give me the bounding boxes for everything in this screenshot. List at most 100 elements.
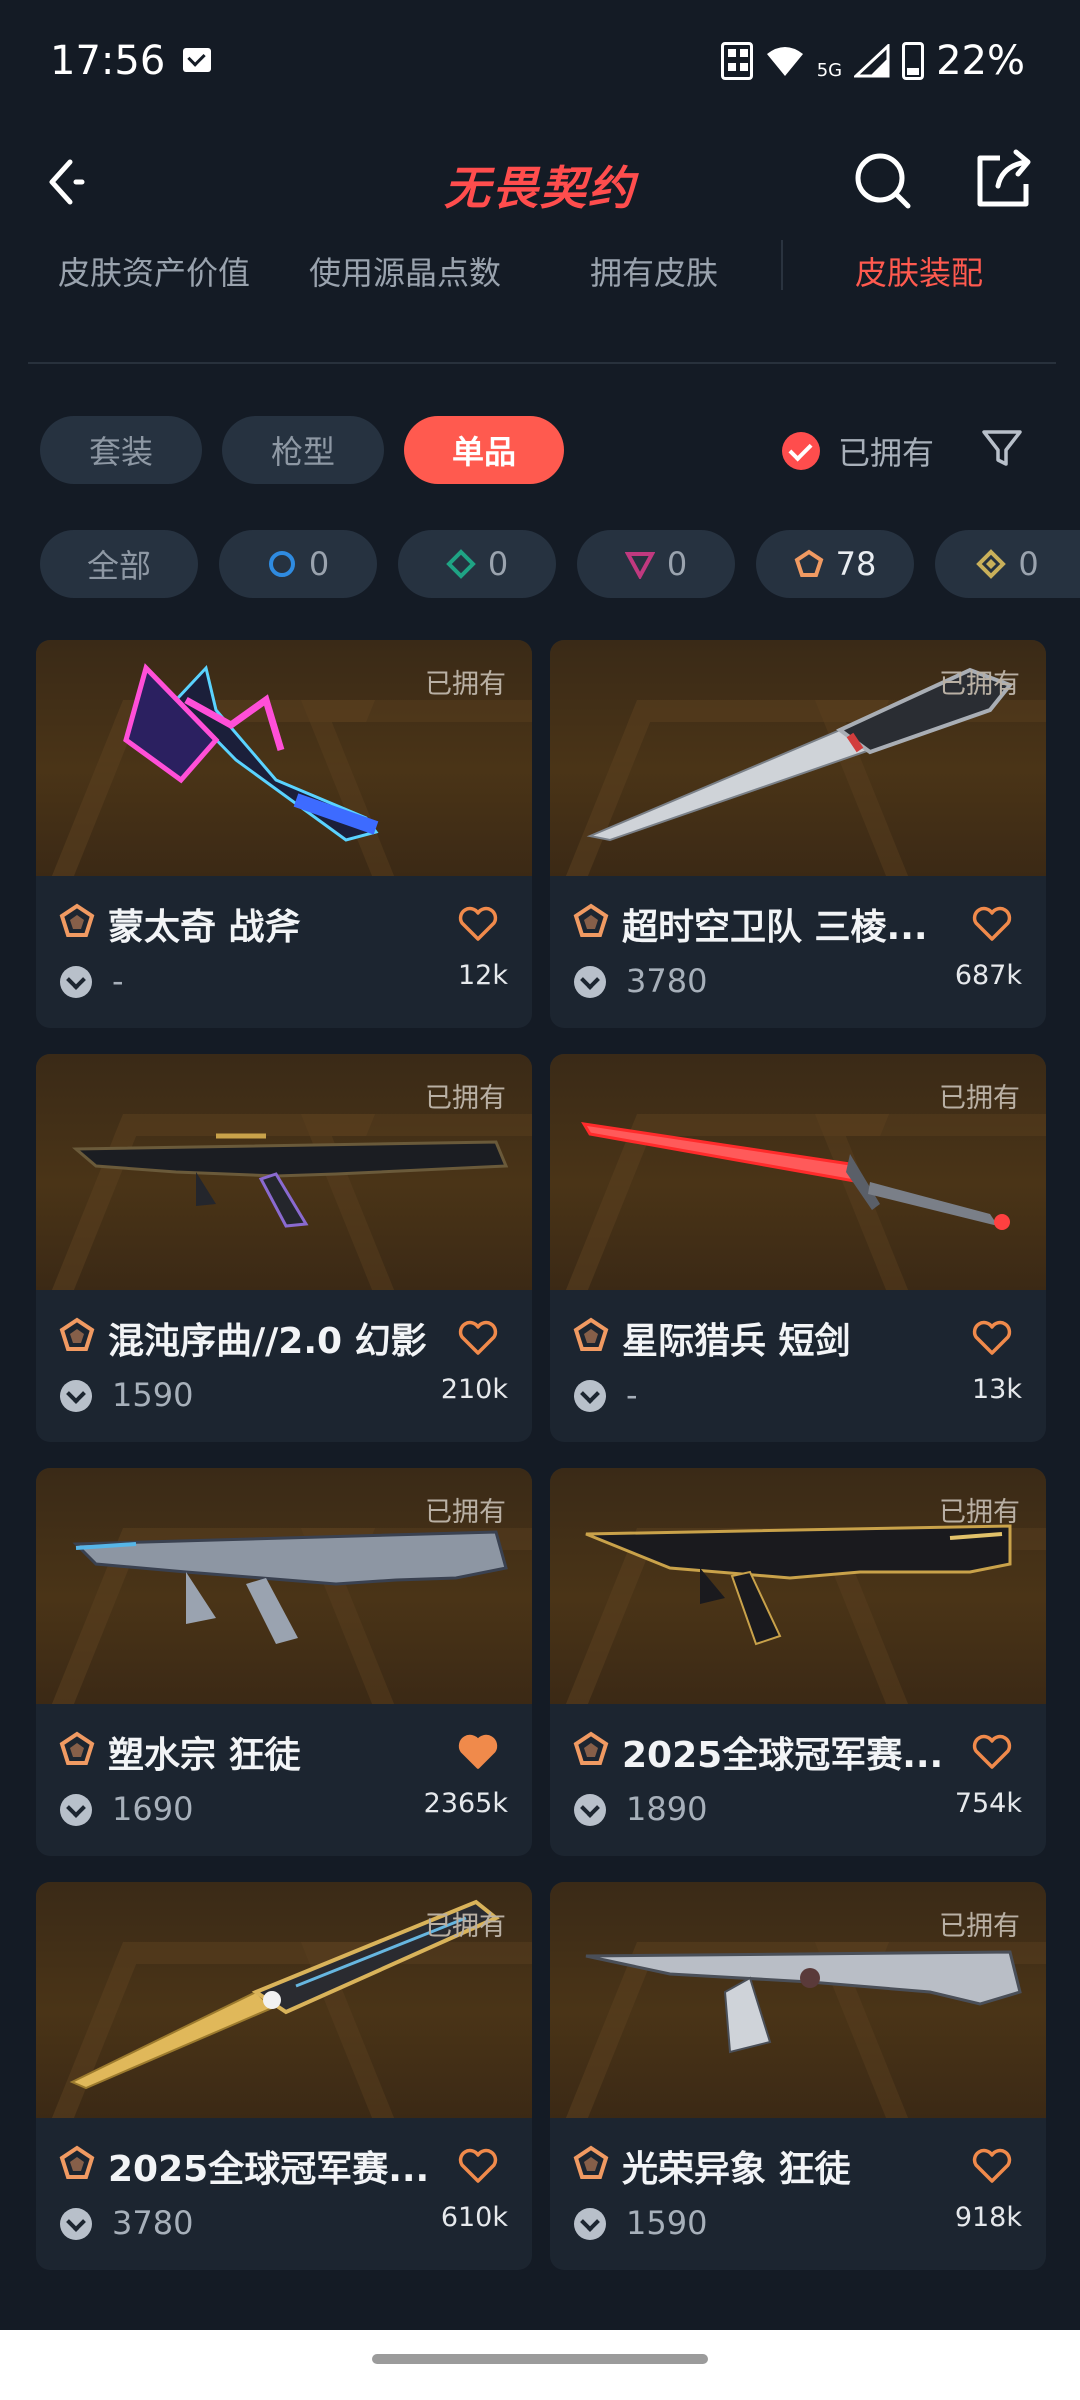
owned-tag: 已拥有 <box>425 1083 506 1114</box>
skin-likes: 210k <box>440 1374 508 1405</box>
skin-card[interactable]: 已拥有 星际猎兵 短剑 - 13k <box>550 1054 1046 1442</box>
tier-premium-chip[interactable]: 0 <box>577 530 735 598</box>
exclusive-tier-icon <box>59 1731 95 1765</box>
valorant-points-icon <box>574 2208 606 2240</box>
heart-outline-icon[interactable] <box>972 1734 1012 1770</box>
heart-outline-icon[interactable] <box>458 1320 498 1356</box>
pink-triangle-tier-icon <box>624 552 655 579</box>
tab-skin-asset-value[interactable]: 皮肤资产价值 <box>58 248 250 294</box>
valorant-points-icon <box>574 1380 606 1412</box>
skin-card[interactable]: 已拥有 塑水宗 狂徒 1690 2365k <box>36 1468 532 1856</box>
skin-price: 1590 <box>626 2204 708 2242</box>
wifi-icon <box>766 47 803 76</box>
skin-card[interactable]: 已拥有 超时空卫队 三棱... 3780 687k <box>550 640 1046 1028</box>
share-icon[interactable] <box>974 148 1034 210</box>
owned-filter-label: 已拥有 <box>838 434 935 472</box>
skin-image: 已拥有 <box>550 1054 1046 1290</box>
skin-name: 蒙太奇 战斧 <box>108 907 301 948</box>
filter-funnel-icon[interactable] <box>980 426 1024 470</box>
filter-bundle-chip[interactable]: 套装 <box>40 416 202 484</box>
app-logo-title: 无畏契约 <box>444 161 636 215</box>
skin-name: 2025全球冠军赛... <box>108 2149 430 2190</box>
filter-weapon-type-chip[interactable]: 枪型 <box>222 416 384 484</box>
heart-outline-icon[interactable] <box>972 906 1012 942</box>
tier-ultra-chip[interactable]: 0 <box>935 530 1080 598</box>
tier-deluxe-chip[interactable]: 0 <box>398 530 556 598</box>
skin-image: 已拥有 <box>36 640 532 876</box>
skin-price: 3780 <box>626 962 708 1000</box>
skin-name: 2025全球冠军赛... <box>622 1735 944 1776</box>
skin-likes: 13k <box>972 1374 1022 1405</box>
battery-level: 22% <box>936 38 1025 84</box>
skin-card[interactable]: 已拥有 2025全球冠军赛... 3780 610k <box>36 1882 532 2270</box>
skin-card[interactable]: 已拥有 混沌序曲//2.0 幻影 1590 210k <box>36 1054 532 1442</box>
mail-notification-icon <box>183 48 211 72</box>
skin-image: 已拥有 <box>550 1882 1046 2118</box>
skin-price: 1590 <box>112 1376 194 1414</box>
exclusive-tier-icon <box>573 2145 609 2179</box>
search-icon[interactable] <box>852 150 914 212</box>
status-time: 17:56 <box>50 38 166 84</box>
owned-tag: 已拥有 <box>425 1497 506 1528</box>
heart-outline-icon[interactable] <box>972 2148 1012 2184</box>
owned-tag: 已拥有 <box>939 1911 1020 1942</box>
tier-exclusive-chip[interactable]: 78 <box>756 530 914 598</box>
skin-name: 混沌序曲//2.0 幻影 <box>108 1321 427 1362</box>
heart-outline-icon[interactable] <box>458 2148 498 2184</box>
heart-outline-icon[interactable] <box>972 1320 1012 1356</box>
owned-tag: 已拥有 <box>425 1911 506 1942</box>
valorant-points-icon <box>60 2208 92 2240</box>
skin-likes: 687k <box>954 960 1022 991</box>
skin-name: 塑水宗 狂徒 <box>108 1735 301 1776</box>
tier-count: 0 <box>666 545 688 583</box>
exclusive-tier-icon <box>573 1317 609 1351</box>
skin-name: 超时空卫队 三棱... <box>622 907 928 948</box>
home-gesture-bar[interactable] <box>372 2354 708 2364</box>
skin-likes: 754k <box>954 1788 1022 1819</box>
skin-name: 光荣异象 狂徒 <box>622 2149 851 2190</box>
owned-filter-toggle[interactable]: 已拥有 <box>782 428 934 474</box>
valorant-points-icon <box>60 1794 92 1826</box>
tab-skin-loadout[interactable]: 皮肤装配 <box>855 248 983 294</box>
skin-image: 已拥有 <box>36 1882 532 2118</box>
skin-card[interactable]: 已拥有 2025全球冠军赛... 1890 754k <box>550 1468 1046 1856</box>
tier-all-chip[interactable]: 全部 <box>40 530 198 598</box>
skin-image: 已拥有 <box>36 1054 532 1290</box>
valorant-points-icon <box>574 1794 606 1826</box>
skin-image: 已拥有 <box>550 640 1046 876</box>
skin-likes: 12k <box>458 960 508 991</box>
skin-card[interactable]: 已拥有 光荣异象 狂徒 1590 918k <box>550 1882 1046 2270</box>
filter-single-item-chip[interactable]: 单品 <box>404 416 564 484</box>
gold-diamond-tier-icon <box>976 549 1007 579</box>
tab-owned-skins[interactable]: 拥有皮肤 <box>590 248 718 294</box>
checked-icon <box>782 432 820 470</box>
valorant-points-icon <box>574 966 606 998</box>
network-type: 5G <box>816 59 843 81</box>
owned-tag: 已拥有 <box>939 1083 1020 1114</box>
tab-radianite-points[interactable]: 使用源晶点数 <box>309 248 501 294</box>
skin-price: 3780 <box>112 2204 194 2242</box>
valorant-points-icon <box>60 1380 92 1412</box>
tier-select-chip[interactable]: 0 <box>219 530 377 598</box>
owned-tag: 已拥有 <box>939 1497 1020 1528</box>
exclusive-tier-icon <box>59 903 95 937</box>
skin-likes: 918k <box>954 2202 1022 2233</box>
header-divider <box>28 362 1056 364</box>
green-diamond-tier-icon <box>445 549 476 579</box>
tab-separator <box>781 240 783 290</box>
skin-image: 已拥有 <box>36 1468 532 1704</box>
owned-tag: 已拥有 <box>425 669 506 700</box>
blue-circle-tier-icon <box>268 551 295 577</box>
tier-count: 78 <box>835 545 877 583</box>
skin-price: - <box>112 962 124 1000</box>
heart-outline-icon[interactable] <box>458 906 498 942</box>
skin-image: 已拥有 <box>550 1468 1046 1704</box>
heart-filled-icon[interactable] <box>458 1734 498 1770</box>
signal-icon <box>854 44 890 78</box>
nfc-icon <box>720 42 753 80</box>
tier-count: 0 <box>487 545 509 583</box>
app-bar: 无畏契约 <box>0 130 1080 240</box>
skin-card[interactable]: 已拥有 蒙太奇 战斧 - 12k <box>36 640 532 1028</box>
status-bar: 17:56 5G 22% <box>0 0 1080 120</box>
skin-likes: 610k <box>440 2202 508 2233</box>
